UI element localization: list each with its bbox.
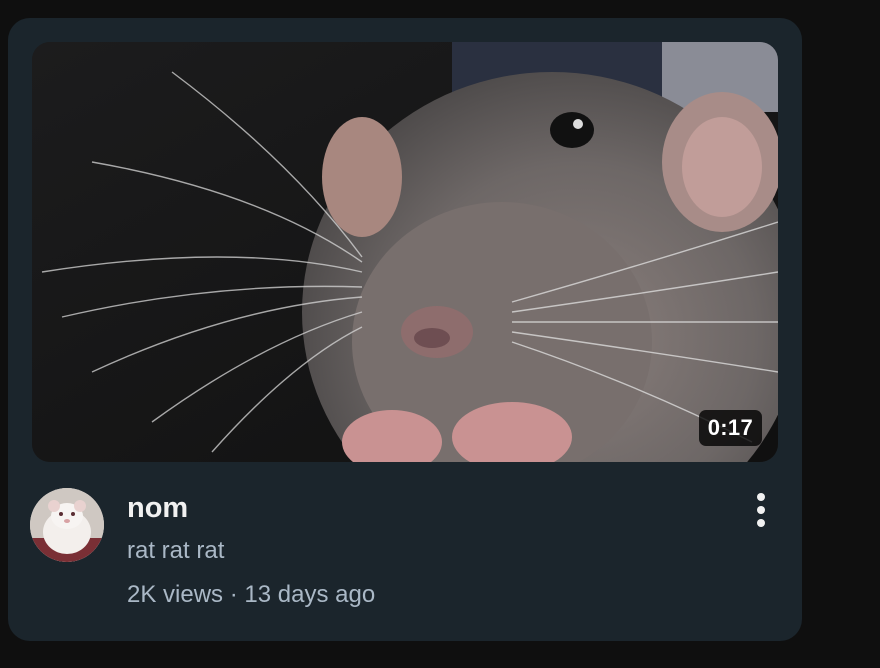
video-card[interactable]: 0:17 nom rat rat rat 2K views · 13 days …	[8, 18, 802, 641]
menu-dot	[757, 493, 765, 501]
duration-badge: 0:17	[698, 410, 762, 446]
view-count: 2K views	[127, 581, 224, 608]
video-details: nom rat rat rat 2K views · 13 days ago	[127, 488, 727, 610]
channel-avatar[interactable]	[30, 488, 104, 562]
menu-dot	[757, 519, 765, 527]
video-stats: 2K views · 13 days ago	[127, 580, 727, 610]
rat-photo	[32, 42, 778, 462]
stats-separator: ·	[229, 581, 238, 608]
white-rat-avatar-image	[30, 488, 104, 562]
more-vertical-icon[interactable]	[746, 490, 776, 530]
channel-name[interactable]: rat rat rat	[127, 536, 727, 566]
video-title[interactable]: nom	[127, 488, 727, 528]
upload-age: 13 days ago	[244, 581, 376, 608]
menu-dot	[757, 506, 765, 514]
video-thumbnail[interactable]: 0:17	[32, 42, 778, 462]
